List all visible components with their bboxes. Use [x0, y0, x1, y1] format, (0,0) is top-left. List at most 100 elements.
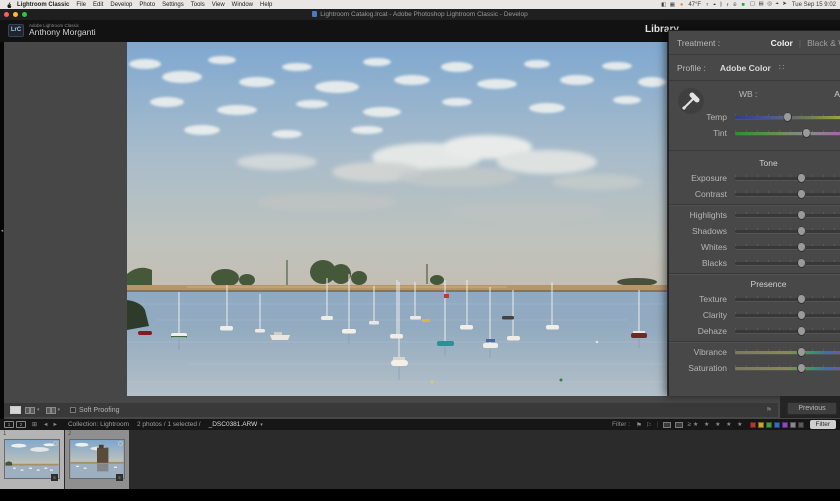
menu-develop[interactable]: Develop [110, 2, 132, 8]
thumb-index: 2 [68, 431, 71, 437]
thumb1-image[interactable] [4, 439, 60, 479]
clarity-slider-row: Clarity [669, 307, 840, 323]
unedited-photos-filter-icon[interactable] [675, 422, 683, 428]
clarity-label: Clarity [669, 310, 735, 320]
menu-view[interactable]: View [212, 2, 225, 8]
blacks-label: Blacks [669, 258, 735, 268]
back-arrow-icon[interactable]: ◄ [43, 422, 48, 428]
thumb2-image[interactable] [69, 439, 125, 479]
contrast-slider[interactable] [735, 186, 840, 202]
texture-slider-row: Texture [669, 291, 840, 307]
panel-bottom-bar: Previous [780, 396, 840, 418]
identity-name: Anthony Morganti [29, 28, 96, 37]
shadows-slider[interactable] [735, 223, 840, 239]
menubar-clock[interactable]: Tue Sep 15 9:02 [792, 2, 836, 8]
color-label-purple[interactable] [782, 422, 788, 428]
filmstrip-thumbnails: 1 ≡ 2 [0, 430, 840, 489]
develop-toolbar: ▾ ▾ Soft Proofing ⚑ [4, 403, 778, 417]
exposure-slider[interactable] [735, 170, 840, 186]
lightroom-logo: LrC [8, 24, 24, 37]
menu-tools[interactable]: Tools [191, 2, 205, 8]
thumb-edited-badge-icon[interactable]: ≡ [51, 474, 58, 481]
texture-slider[interactable] [735, 291, 840, 307]
dehaze-slider[interactable] [735, 323, 840, 339]
temp-slider[interactable] [735, 109, 840, 125]
chevron-down-icon[interactable]: ▾ [58, 407, 61, 413]
clarity-slider[interactable] [735, 307, 840, 323]
thumbnail-2[interactable]: 2 ≡ [65, 430, 129, 489]
before-after-tb-icon[interactable] [46, 407, 56, 414]
chevron-down-icon[interactable]: ▾ [260, 422, 263, 428]
highlights-label: Highlights [669, 210, 735, 220]
filter-toggle-button[interactable]: Filter [810, 420, 836, 429]
green-square-icon[interactable]: ■ [742, 2, 746, 8]
texture-label: Texture [669, 294, 735, 304]
menu-edit[interactable]: Edit [93, 2, 103, 8]
status-icons-right[interactable]: ▢ ▤ ◎ ⌖ ➤ [750, 1, 788, 8]
wb-value[interactable]: As Shot [834, 89, 840, 99]
menu-file[interactable]: File [76, 2, 86, 8]
menu-settings[interactable]: Settings [162, 2, 184, 8]
flag-pick-icon[interactable]: ⚑ [636, 421, 642, 429]
rating-ge-icon[interactable]: ≥ [687, 421, 691, 428]
color-label-blue[interactable] [774, 422, 780, 428]
basic-panel-window: Treatment : Color | Black & White Profil… [668, 30, 840, 396]
thumbnail-1-selected[interactable]: 1 ≡ [0, 430, 64, 489]
blacks-slider[interactable] [735, 255, 840, 271]
before-after-lr-icon[interactable] [25, 407, 35, 414]
profile-value[interactable]: Adobe Color [720, 63, 771, 73]
star-rating-filter[interactable]: ★ ★ ★ ★ ★ [693, 421, 745, 428]
treatment-color-option[interactable]: Color [771, 38, 793, 48]
highlights-slider[interactable] [735, 207, 840, 223]
filmstrip-source[interactable]: Collection: Lightroom [68, 421, 129, 428]
document-icon [312, 11, 317, 17]
tone-header[interactable]: Tone [669, 155, 840, 170]
wb-label: WB : [739, 89, 757, 99]
status-icons-left[interactable]: ◧ ▦ [661, 2, 676, 8]
thumb-badge-circle-icon[interactable] [53, 441, 58, 446]
window-title: Lightroom Catalog.lrcat - Adobe Photosho… [0, 11, 840, 18]
left-panel-collapse-strip[interactable]: ◂ [0, 42, 4, 419]
color-label-yellow[interactable] [758, 422, 764, 428]
edited-photos-filter-icon[interactable] [663, 422, 671, 428]
thumb-edited-badge-icon[interactable]: ≡ [116, 474, 123, 481]
wb-row: WB : As Shot [739, 89, 840, 99]
apple-icon[interactable] [6, 2, 12, 8]
main-photo-harbor [127, 42, 667, 396]
main-window-icon[interactable]: 1 [4, 421, 14, 428]
flag-unflagged-icon[interactable]: ⚐ [646, 421, 652, 429]
color-label-none[interactable] [798, 422, 804, 428]
vibrance-slider-row: Vibrance [669, 344, 840, 360]
temperature-reading[interactable]: 47°F [688, 2, 701, 8]
color-label-gray[interactable] [790, 422, 796, 428]
profile-browser-icon[interactable]: ∷ [779, 62, 784, 73]
previous-button[interactable]: Previous [787, 402, 837, 415]
exposure-slider-row: Exposure [669, 170, 840, 186]
chevron-down-icon[interactable]: ▾ [37, 407, 40, 413]
color-label-red[interactable] [750, 422, 756, 428]
temp-label: Temp [669, 112, 735, 122]
presence-header[interactable]: Presence [669, 276, 840, 291]
profile-label: Profile : [677, 63, 706, 73]
menu-window[interactable]: Window [232, 2, 253, 8]
loupe-view-icon[interactable] [10, 406, 21, 414]
collapse-triangle-icon: ◂ [1, 228, 4, 234]
saturation-slider[interactable] [735, 360, 840, 376]
status-icons-mid[interactable]: ♆ ☁ ᛒ ⬆ ◉ [705, 2, 737, 8]
menu-photo[interactable]: Photo [139, 2, 155, 8]
vibrance-slider[interactable] [735, 344, 840, 360]
grid-view-icon[interactable]: ⊞ [32, 421, 37, 428]
forward-arrow-icon[interactable]: ► [52, 422, 57, 428]
color-label-green[interactable] [766, 422, 772, 428]
menu-help[interactable]: Help [260, 2, 272, 8]
treatment-bw-option[interactable]: Black & White [807, 38, 840, 48]
second-window-icon[interactable]: 2 [16, 421, 26, 428]
thumb-badge-circle-icon[interactable] [118, 441, 123, 446]
tint-slider[interactable] [735, 125, 840, 141]
flag-icon[interactable]: ⚑ [766, 406, 772, 414]
menu-lightroom-classic[interactable]: Lightroom Classic [17, 2, 69, 8]
whites-slider[interactable] [735, 239, 840, 255]
bottom-black-strip [0, 489, 840, 501]
soft-proofing-checkbox[interactable] [70, 407, 76, 413]
filmstrip-filename[interactable]: _DSC0381.ARW [209, 421, 258, 428]
